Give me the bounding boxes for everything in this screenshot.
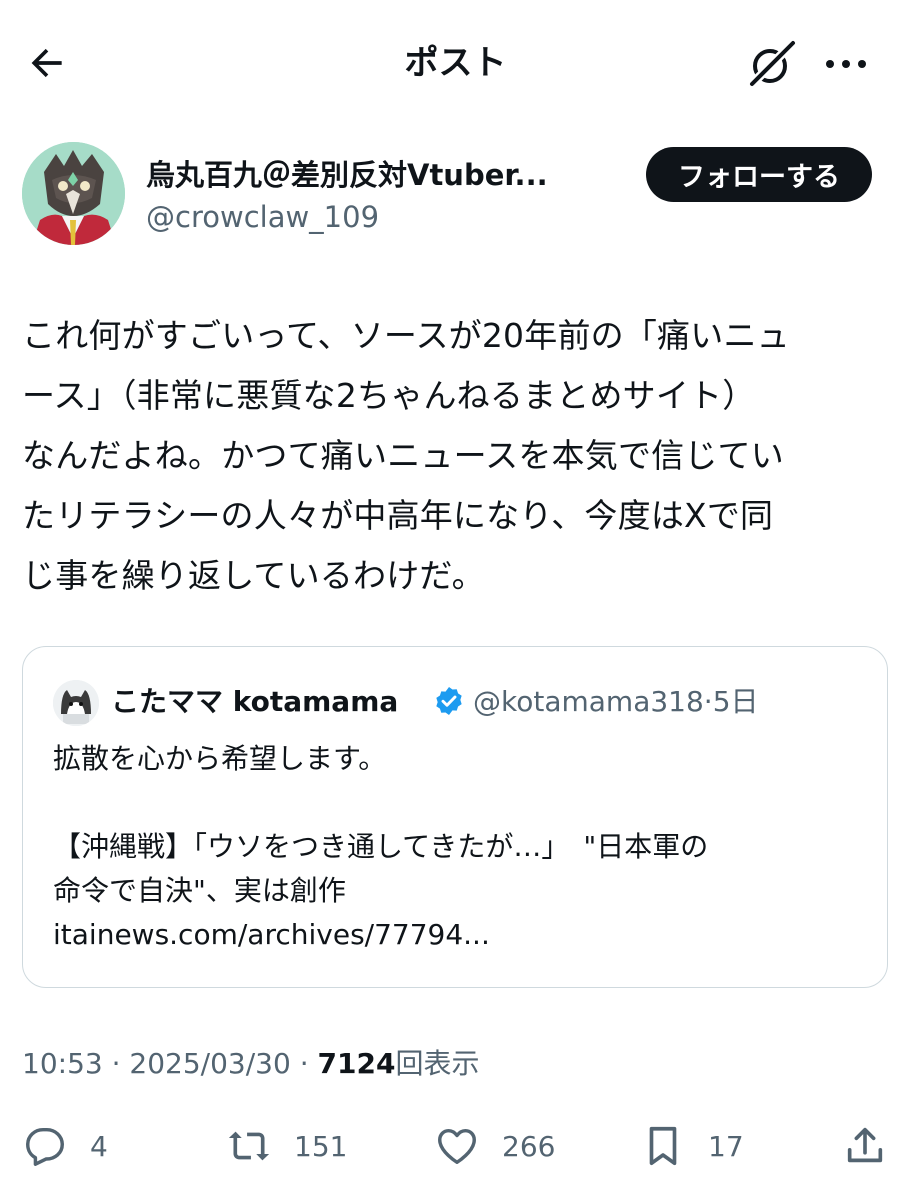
post-date: 2025/03/30	[129, 1047, 291, 1080]
repost-count: 151	[294, 1129, 348, 1163]
quoted-text-line	[53, 781, 873, 825]
like-button[interactable]: 266	[434, 1118, 555, 1174]
author-handle[interactable]: @crowclaw_109	[146, 197, 379, 237]
bookmark-icon	[649, 1126, 677, 1166]
tweet-text-line: ース」（非常に悪質な2ちゃんねるまとめサイト）	[22, 376, 756, 415]
more-options-button[interactable]	[816, 36, 876, 92]
quoted-text-line: 命令で自決"、実は創作	[53, 874, 346, 907]
view-count-label: 回表示	[395, 1047, 480, 1080]
grok-button[interactable]	[744, 36, 800, 92]
meta-separator: ·	[703, 685, 713, 718]
author-avatar[interactable]	[22, 142, 125, 245]
meta-separator: ·	[299, 1047, 309, 1080]
bookmark-count: 17	[708, 1129, 744, 1163]
cat-avatar-image	[53, 680, 99, 726]
quoted-link[interactable]: itainews.com/archives/77794...	[53, 913, 873, 957]
tweet-text-line: じ事を繰り返しているわけだ。	[22, 556, 485, 595]
reply-icon	[26, 1127, 64, 1166]
repost-icon	[228, 1131, 270, 1161]
quoted-post-meta: @kotamama318·5日	[473, 682, 759, 722]
tweet-text-line: たリテラシーの人々が中高年になり、今度はXで同	[22, 496, 774, 535]
like-count: 266	[502, 1129, 556, 1163]
bookmark-button[interactable]: 17	[640, 1118, 744, 1174]
share-icon	[847, 1127, 883, 1163]
tweet-text-line: なんだよね。かつて痛いニュースを本気で信じてい	[22, 436, 784, 475]
heart-icon	[438, 1128, 476, 1165]
follow-button[interactable]: フォローする	[646, 147, 872, 202]
repost-button[interactable]: 151	[226, 1118, 347, 1174]
meta-separator: ·	[111, 1047, 121, 1080]
avatar-image	[22, 142, 125, 245]
share-button[interactable]	[842, 1118, 888, 1174]
post-time: 10:53	[22, 1047, 103, 1080]
grok-icon	[746, 38, 798, 90]
post-timestamp: 10:53 · 2025/03/30 · 7124回表示	[22, 1044, 479, 1084]
reply-button[interactable]: 4	[22, 1118, 108, 1174]
quoted-text-line: 拡散を心から希望します。	[53, 742, 387, 775]
quoted-post-time: 5日	[712, 685, 759, 718]
author-display-name[interactable]: 烏丸百九＠差別反対Vtuber...	[146, 155, 606, 195]
quoted-text-line: 【沖縄戦】「ウソをつき通してきたが…」 "日本軍の	[53, 830, 709, 863]
quoted-post-text: 拡散を心から希望します。 【沖縄戦】「ウソをつき通してきたが…」 "日本軍の 命…	[53, 737, 873, 957]
tweet-text-line: これ何がすごいって、ソースが20年前の「痛いニュ	[22, 316, 790, 355]
quoted-author-name: こたママ kotamama	[111, 685, 399, 718]
quoted-author-handle: @kotamama318	[473, 685, 704, 718]
quoted-author-avatar	[53, 680, 99, 726]
reply-count: 4	[90, 1129, 108, 1163]
more-dots-icon	[826, 60, 866, 68]
quoted-post-card[interactable]: こたママ kotamama @kotamama318·5日 拡散を心から希望しま…	[22, 646, 888, 988]
verified-badge-icon	[433, 685, 465, 717]
tweet-text: これ何がすごいって、ソースが20年前の「痛いニュ ース」（非常に悪質な2ちゃんね…	[22, 306, 892, 606]
view-count: 7124	[317, 1047, 396, 1080]
